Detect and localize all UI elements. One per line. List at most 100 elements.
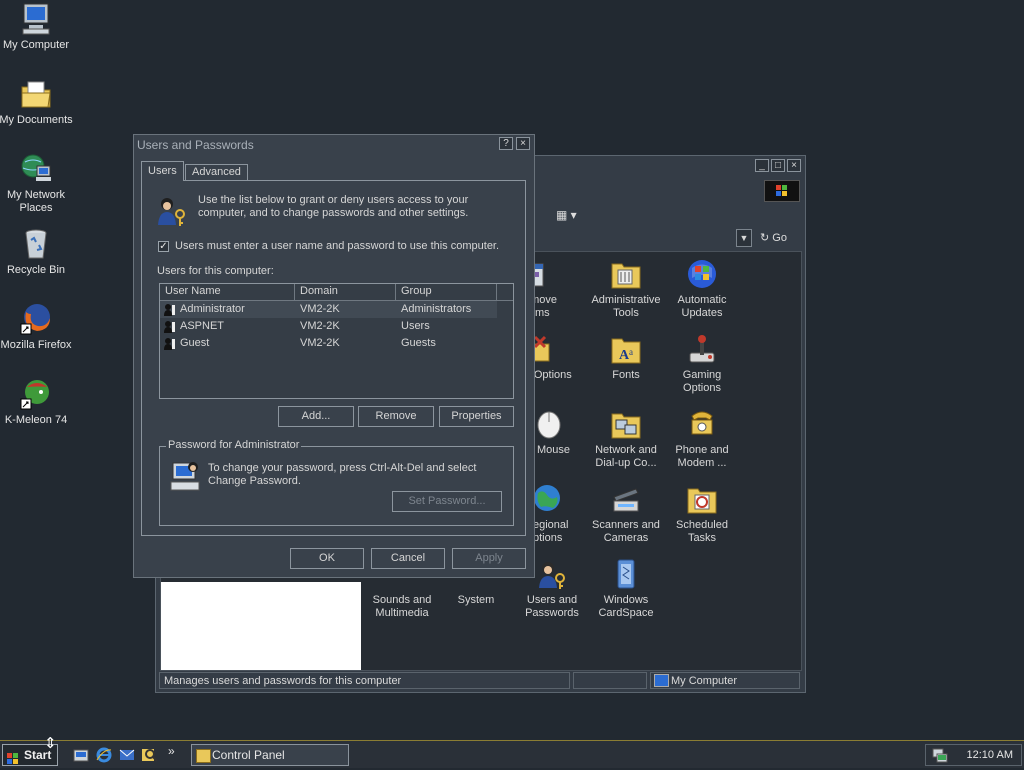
cp-item-windows-cardspace[interactable]: Windows CardSpace	[587, 558, 665, 620]
system-tray: 12:10 AM	[925, 744, 1022, 766]
user-icon	[163, 303, 176, 316]
cp-item-label: Network and Dial-up Co...	[595, 444, 657, 469]
cp-item-phone-modem[interactable]: Phone and Modem ...	[663, 408, 741, 470]
require-login-checkbox[interactable]: ✓	[158, 241, 169, 252]
users-list[interactable]: User Name Domain Group Administrator VM2…	[159, 283, 514, 399]
my-computer-small-icon	[654, 674, 669, 687]
close-button[interactable]: ×	[787, 159, 801, 172]
search-icon[interactable]	[142, 747, 158, 763]
password-groupbox: Password for Administrator To change you…	[159, 439, 514, 526]
column-header-group[interactable]: Group	[396, 284, 497, 300]
cp-item-network-dialup[interactable]: Network and Dial-up Co...	[587, 408, 665, 470]
column-header-domain[interactable]: Domain	[295, 284, 396, 300]
outlook-express-icon[interactable]	[119, 747, 135, 763]
desktop-icon-my-computer[interactable]: My Computer	[0, 2, 74, 52]
quick-launch-chevron[interactable]: »	[168, 744, 175, 758]
go-arrow-icon: ↻	[760, 232, 770, 244]
users-passwords-icon	[536, 558, 568, 590]
cp-item-administrative-tools[interactable]: Administrative Tools	[587, 258, 665, 320]
cp-item-label: System	[457, 594, 495, 606]
user-name-cell: Administrator	[180, 303, 245, 315]
desktop-icon-label: My Computer	[2, 39, 70, 51]
cp-item-automatic-updates[interactable]: Automatic Updates	[663, 258, 741, 320]
desktop-icon-label: Recycle Bin	[6, 264, 66, 276]
automatic-updates-icon	[686, 258, 718, 290]
domain-cell: VM2-2K	[300, 337, 340, 349]
intro-text: Use the list below to grant or deny user…	[198, 194, 469, 219]
cancel-button[interactable]: Cancel	[371, 548, 445, 569]
go-button[interactable]: ↻ Go	[760, 231, 787, 244]
properties-button[interactable]: Properties	[439, 406, 514, 427]
taskbar-button-control-panel[interactable]: Control Panel	[191, 744, 349, 766]
address-dropdown-button[interactable]: ▼	[736, 229, 752, 247]
require-login-label[interactable]: Users must enter a user name and passwor…	[175, 240, 499, 252]
cardspace-icon	[610, 558, 642, 590]
remove-user-button[interactable]: Remove	[358, 406, 434, 427]
user-icon	[163, 320, 176, 333]
dialog-title: Users and Passwords	[137, 138, 254, 152]
tab-users[interactable]: Users	[141, 161, 184, 181]
status-bar: Manages users and passwords for this com…	[159, 672, 802, 689]
network-tray-icon[interactable]	[932, 747, 948, 763]
k-meleon-icon	[19, 377, 53, 411]
maximize-button[interactable]: □	[771, 159, 785, 172]
globe-icon	[533, 483, 565, 515]
set-password-button[interactable]: Set Password...	[392, 491, 502, 512]
svg-text:a: a	[629, 347, 633, 357]
show-desktop-icon[interactable]	[73, 747, 89, 763]
ok-button[interactable]: OK	[290, 548, 364, 569]
desktop-icon-mozilla-firefox[interactable]: Mozilla Firefox	[0, 302, 74, 352]
help-button[interactable]: ?	[499, 137, 513, 150]
cp-item-label: egional ptions	[533, 519, 569, 544]
group-cell: Users	[401, 320, 430, 332]
minimize-button[interactable]: _	[755, 159, 769, 172]
password-instructions: To change your password, press Ctrl-Alt-…	[208, 462, 477, 487]
table-row[interactable]: Guest VM2-2K Guests	[160, 335, 513, 352]
desktop-icon-my-network-places[interactable]: My Network Places	[0, 152, 74, 215]
column-header-filler	[497, 284, 513, 300]
computer-icon	[19, 2, 53, 36]
desktop-icon-label: My Network Places	[6, 189, 66, 214]
tab-advanced[interactable]: Advanced	[185, 164, 248, 180]
desktop-icon-k-meleon[interactable]: K-Meleon 74	[0, 377, 74, 427]
add-user-button[interactable]: Add...	[278, 406, 354, 427]
firefox-icon	[19, 302, 53, 336]
taskbar-button-label: Control Panel	[212, 748, 285, 762]
group-cell: Guests	[401, 337, 436, 349]
network-dialup-icon	[610, 408, 642, 440]
dialog-close-button[interactable]: ×	[516, 137, 530, 150]
status-panel-empty	[573, 672, 647, 689]
desktop-icon-my-documents[interactable]: My Documents	[0, 77, 74, 127]
cp-item-scheduled-tasks[interactable]: Scheduled Tasks	[663, 483, 741, 545]
desktop-icon-label: My Documents	[0, 114, 73, 126]
table-row[interactable]: ASPNET VM2-2K Users	[160, 318, 513, 335]
cp-item-gaming-options[interactable]: Gaming Options	[663, 333, 741, 395]
cp-item-fonts[interactable]: Aa Fonts	[587, 333, 665, 382]
cp-item-label: Sounds and Multimedia	[372, 594, 432, 619]
fonts-folder-icon: Aa	[610, 333, 642, 365]
views-dropdown-icon[interactable]: ▦ ▾	[556, 208, 577, 222]
domain-cell: VM2-2K	[300, 320, 340, 332]
computer-keyboard-icon	[170, 461, 202, 493]
users-passwords-dialog: Users and Passwords ? × Users Advanced U…	[133, 134, 535, 578]
web-view-pane	[161, 582, 361, 670]
cp-item-scanners-cameras[interactable]: Scanners and Cameras	[587, 483, 665, 545]
network-globe-icon	[19, 152, 53, 186]
clock[interactable]: 12:10 AM	[967, 749, 1013, 761]
domain-cell: VM2-2K	[300, 303, 340, 315]
cp-item-regional-options[interactable]: egional ptions	[533, 483, 581, 545]
column-header-user-name[interactable]: User Name	[160, 284, 295, 300]
table-row[interactable]: Administrator VM2-2K Administrators	[160, 301, 497, 318]
windows-flag-icon	[7, 750, 19, 764]
desktop-icon-recycle-bin[interactable]: Recycle Bin	[0, 227, 74, 277]
joystick-icon	[686, 333, 718, 365]
apply-button[interactable]: Apply	[452, 548, 526, 569]
internet-explorer-icon[interactable]	[96, 747, 112, 763]
cp-item-mouse[interactable]: Mouse	[537, 408, 581, 457]
users-list-header: User Name Domain Group	[160, 284, 513, 301]
users-tab-panel: Use the list below to grant or deny user…	[141, 180, 526, 536]
cp-item-label: Automatic Updates	[677, 294, 727, 319]
phone-modem-icon	[686, 408, 718, 440]
status-zone: My Computer	[650, 672, 800, 689]
cp-item-label: Gaming Options	[682, 369, 722, 394]
